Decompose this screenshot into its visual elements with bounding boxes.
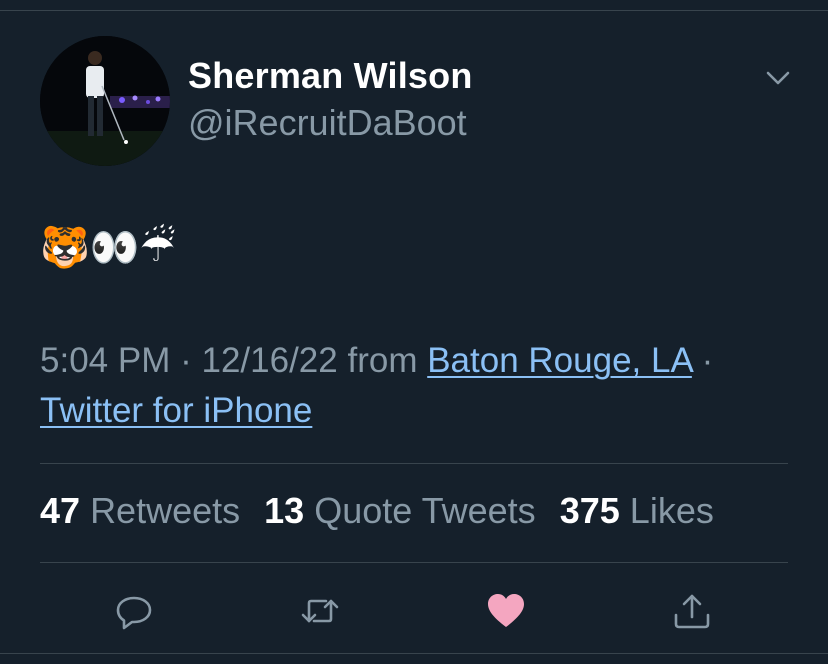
quote-tweets-stat[interactable]: 13 Quote Tweets <box>264 490 536 531</box>
likes-label: Likes <box>629 490 714 531</box>
likes-stat[interactable]: 375 Likes <box>560 490 714 531</box>
meta-separator: · <box>701 341 714 380</box>
meta-separator: · <box>180 341 192 380</box>
tweet-date: 12/16/22 <box>201 341 338 380</box>
chevron-down-icon[interactable] <box>764 66 792 90</box>
divider <box>40 562 788 563</box>
tweet-text: 🐯👀☔ <box>40 225 176 271</box>
from-label: from <box>347 341 418 380</box>
tweet-stats: 47 Retweets 13 Quote Tweets 375 Likes <box>40 490 728 532</box>
divider <box>40 463 788 464</box>
tweet-time: 5:04 PM <box>40 341 171 380</box>
author-name[interactable]: Sherman Wilson <box>188 55 473 97</box>
retweets-stat[interactable]: 47 Retweets <box>40 490 240 531</box>
retweets-label: Retweets <box>90 490 241 531</box>
retweets-count: 47 <box>40 490 81 531</box>
bottom-border <box>0 653 828 654</box>
reply-icon[interactable] <box>114 591 154 631</box>
avatar[interactable] <box>40 36 170 166</box>
likes-count: 375 <box>559 490 620 531</box>
heart-icon[interactable] <box>486 591 526 631</box>
retweet-icon[interactable] <box>300 591 340 631</box>
tweet-meta: 5:04 PM · 12/16/22 from Baton Rouge, LA … <box>40 336 800 436</box>
author-handle[interactable]: @iRecruitDaBoot <box>188 102 467 144</box>
top-border <box>0 10 828 11</box>
share-icon[interactable] <box>672 591 712 631</box>
quotes-count: 13 <box>264 490 305 531</box>
source-link[interactable]: Twitter for iPhone <box>40 391 312 430</box>
location-link[interactable]: Baton Rouge, LA <box>427 341 692 380</box>
quotes-label: Quote Tweets <box>314 490 536 531</box>
